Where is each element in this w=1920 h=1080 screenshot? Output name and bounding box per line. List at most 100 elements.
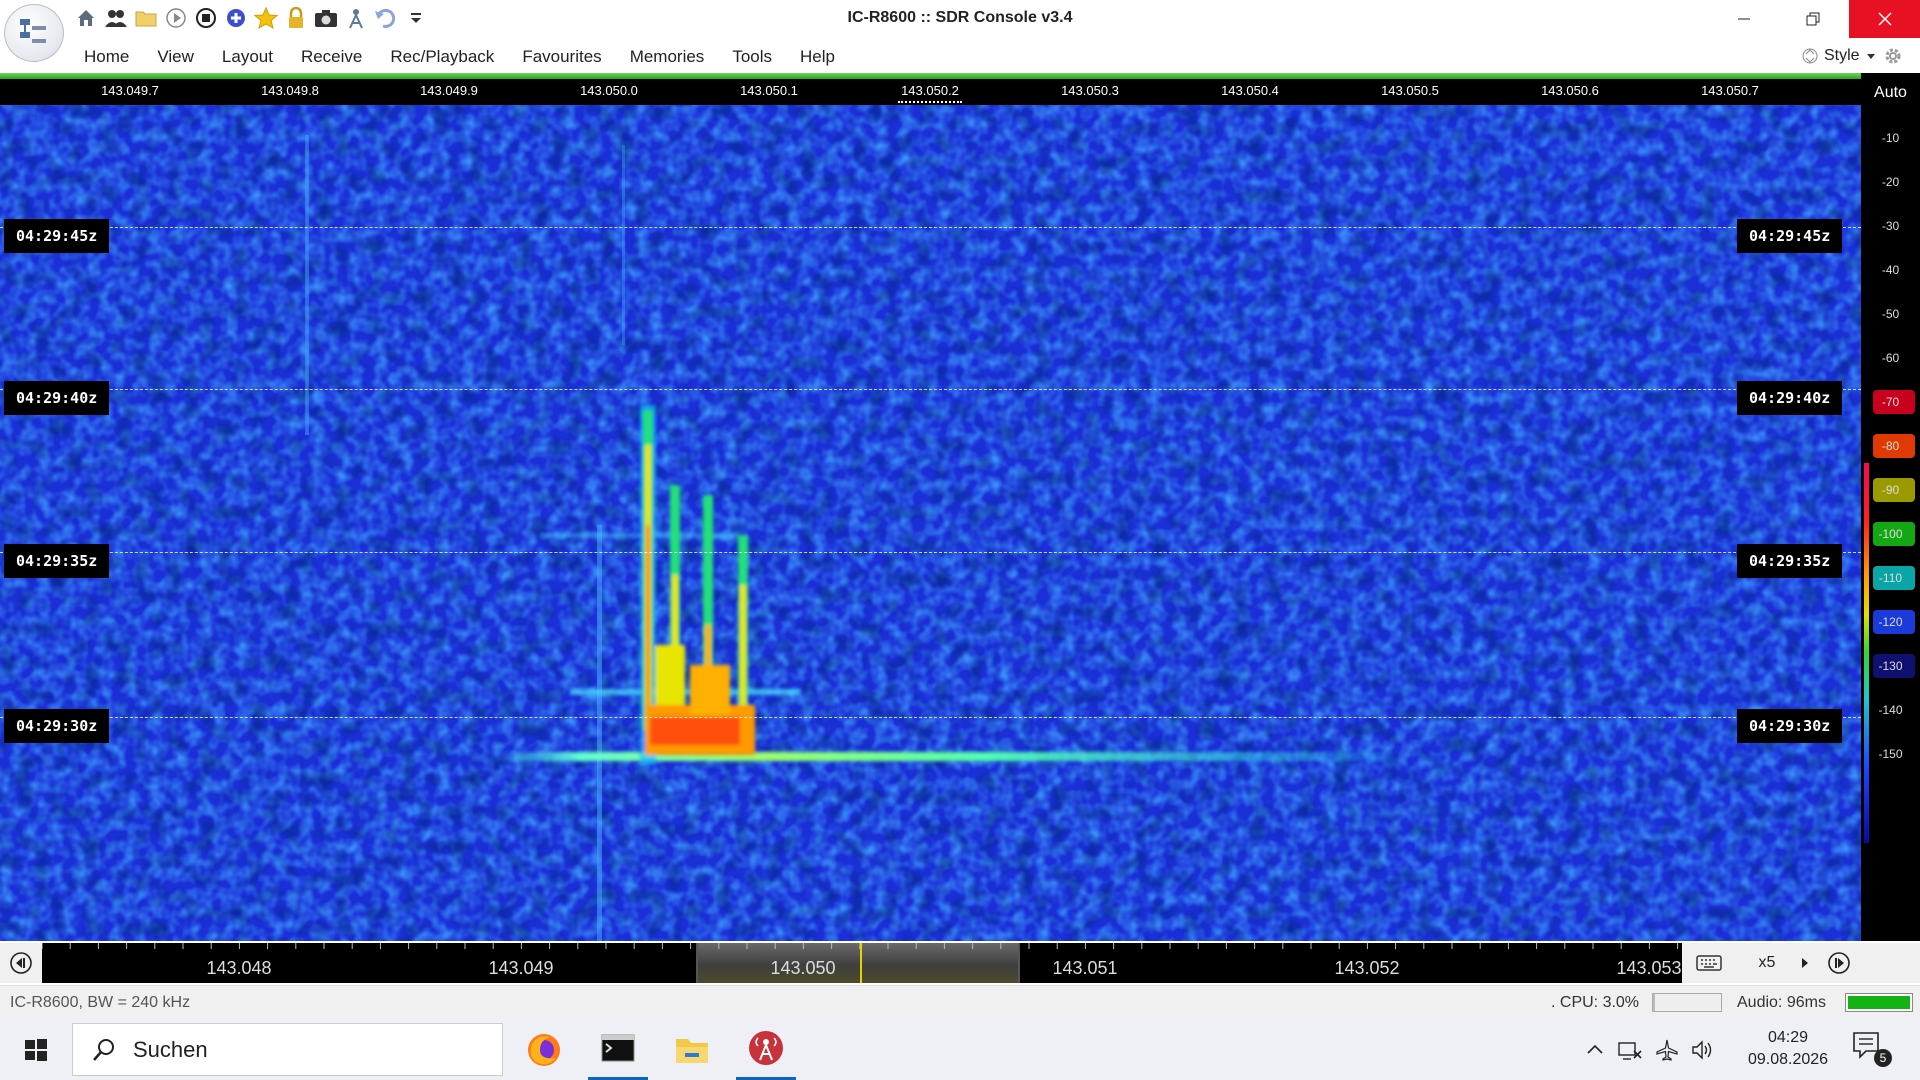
freq-tick: 143.050.3 bbox=[1061, 83, 1119, 98]
sdr-console-icon bbox=[749, 1031, 783, 1065]
db-tick-label: -20 bbox=[1881, 175, 1900, 189]
audio-status: Audio: 96ms bbox=[1737, 994, 1826, 1011]
waterfall-graphic bbox=[0, 105, 1861, 941]
frequency-scale[interactable]: 143.048 143.049 143.050 143.051 143.052 … bbox=[42, 943, 1682, 983]
time-label: 04:29:45z bbox=[4, 219, 110, 253]
restore-button[interactable] bbox=[1779, 0, 1847, 38]
menu-receive[interactable]: Receive bbox=[301, 47, 362, 67]
airplane-icon[interactable] bbox=[1655, 1038, 1679, 1062]
frequency-header[interactable]: 143.049.7 143.049.8 143.049.9 143.050.0 … bbox=[0, 79, 1861, 105]
stop-icon[interactable] bbox=[194, 6, 218, 30]
undo-icon[interactable] bbox=[374, 6, 398, 30]
clock-date: 09.08.2026 bbox=[1747, 1051, 1829, 1068]
db-tick-label: -10 bbox=[1881, 131, 1900, 145]
audio-meter bbox=[1845, 993, 1913, 1012]
plus-icon[interactable] bbox=[224, 6, 248, 30]
time-label: 04:29:40z bbox=[4, 381, 110, 415]
time-label: 04:29:40z bbox=[1737, 381, 1843, 415]
db-tick-label: -50 bbox=[1881, 307, 1900, 321]
menu-layout[interactable]: Layout bbox=[222, 47, 273, 67]
auto-scale-button[interactable]: Auto bbox=[1861, 73, 1920, 113]
taskbar-search[interactable]: Suchen bbox=[72, 1023, 503, 1076]
folder-icon[interactable] bbox=[134, 6, 158, 30]
close-button[interactable] bbox=[1849, 0, 1920, 38]
lock-icon[interactable] bbox=[284, 6, 308, 30]
menu-help[interactable]: Help bbox=[800, 47, 835, 67]
freq-tick: 143.050.6 bbox=[1541, 83, 1599, 98]
speaker-icon[interactable] bbox=[1691, 1039, 1715, 1061]
menu-memories[interactable]: Memories bbox=[630, 47, 705, 67]
taskbar-firefox[interactable] bbox=[514, 1019, 574, 1080]
freq-tick: 143.050.7 bbox=[1701, 83, 1759, 98]
dropdown-icon[interactable] bbox=[404, 6, 428, 30]
time-gridline bbox=[0, 552, 1861, 553]
taskbar-terminal[interactable] bbox=[588, 1019, 648, 1080]
menu-tools[interactable]: Tools bbox=[732, 47, 772, 67]
db-tick-label: -90 bbox=[1881, 483, 1900, 497]
minimize-button[interactable] bbox=[1710, 0, 1778, 38]
chevron-right-icon bbox=[1802, 958, 1808, 968]
search-icon bbox=[93, 1038, 114, 1061]
scale-label: 143.051 bbox=[1052, 958, 1118, 978]
gear-icon[interactable] bbox=[1882, 45, 1904, 67]
db-tick-label: -60 bbox=[1881, 351, 1900, 365]
freq-tick: 143.050.0 bbox=[580, 83, 638, 98]
app-menu-button[interactable] bbox=[4, 4, 64, 62]
windows-icon bbox=[25, 1038, 47, 1061]
taskbar-file-explorer[interactable] bbox=[662, 1019, 722, 1080]
freq-tick: 143.050.1 bbox=[740, 83, 798, 98]
home-icon[interactable] bbox=[74, 6, 98, 30]
users-icon[interactable] bbox=[104, 6, 128, 30]
zoom-arrow-button[interactable] bbox=[1796, 946, 1814, 980]
waterfall-display[interactable]: 04:29:45z 04:29:45z 04:29:40z 04:29:40z … bbox=[0, 105, 1861, 941]
network-icon[interactable] bbox=[1617, 1039, 1643, 1061]
notification-center-button[interactable]: 5 bbox=[1852, 1031, 1892, 1069]
chevron-down-icon bbox=[1866, 54, 1875, 59]
menu-view[interactable]: View bbox=[157, 47, 194, 67]
close-icon bbox=[1877, 12, 1892, 26]
cpu-meter-fill bbox=[1653, 994, 1656, 1011]
zoom-level[interactable]: x5 bbox=[1738, 946, 1796, 980]
scale-label: 143.049 bbox=[488, 958, 554, 978]
star-icon[interactable] bbox=[254, 6, 278, 30]
camera-icon[interactable] bbox=[314, 6, 338, 30]
system-clock[interactable]: 04:29 09.08.2026 bbox=[1738, 1027, 1838, 1071]
status-bar: IC-R8600, BW = 240 kHz . CPU: 3.0% Audio… bbox=[0, 985, 1920, 1019]
db-colorbar bbox=[1864, 463, 1869, 843]
keyboard-button[interactable] bbox=[1683, 946, 1735, 980]
search-placeholder: Suchen bbox=[133, 1036, 208, 1062]
time-label: 04:29:35z bbox=[4, 544, 110, 578]
fast-forward-icon bbox=[1828, 952, 1850, 974]
title-bar: IC-R8600 :: SDR Console v3.4 bbox=[0, 0, 1920, 62]
time-label: 04:29:30z bbox=[1737, 709, 1843, 743]
style-menu[interactable]: Style bbox=[1802, 45, 1904, 67]
scroll-left-button[interactable] bbox=[3, 946, 39, 980]
bottom-frequency-bar: 143.048 143.049 143.050 143.051 143.052 … bbox=[0, 943, 1920, 983]
freq-tick: 143.049.8 bbox=[261, 83, 319, 98]
scale-label: 143.053 bbox=[1616, 958, 1682, 978]
time-gridline bbox=[0, 389, 1861, 390]
chevron-up-icon[interactable] bbox=[1585, 1040, 1605, 1060]
db-tick-label: -40 bbox=[1881, 263, 1900, 277]
db-tick-label: -120 bbox=[1878, 615, 1903, 629]
scroll-right-button[interactable] bbox=[1820, 946, 1858, 980]
scale-label: 143.052 bbox=[1334, 958, 1400, 978]
menu-home[interactable]: Home bbox=[84, 47, 129, 67]
time-label: 04:29:35z bbox=[1737, 544, 1843, 578]
start-button[interactable] bbox=[10, 1019, 62, 1080]
menu-rec-playback[interactable]: Rec/Playback bbox=[390, 47, 494, 67]
freq-tick: 143.050.2 bbox=[901, 83, 959, 98]
time-gridline bbox=[0, 717, 1861, 718]
antenna-icon[interactable] bbox=[344, 6, 368, 30]
menu-favourites[interactable]: Favourites bbox=[522, 47, 601, 67]
freq-tick: 143.050.5 bbox=[1381, 83, 1439, 98]
firefox-icon bbox=[528, 1033, 560, 1066]
notification-count: 5 bbox=[1874, 1049, 1892, 1067]
system-tray bbox=[1585, 1019, 1715, 1080]
play-icon[interactable] bbox=[164, 6, 188, 30]
cpu-status: . CPU: 3.0% bbox=[1551, 994, 1640, 1011]
db-tick-label: -140 bbox=[1878, 703, 1903, 717]
taskbar-sdr-console[interactable] bbox=[736, 1019, 796, 1080]
time-label: 04:29:30z bbox=[4, 709, 110, 743]
db-scale[interactable]: -10 -20 -30 -40 -50 -60 -70 -80 -90 -100 -110 -120 -… bbox=[1861, 113, 1920, 941]
